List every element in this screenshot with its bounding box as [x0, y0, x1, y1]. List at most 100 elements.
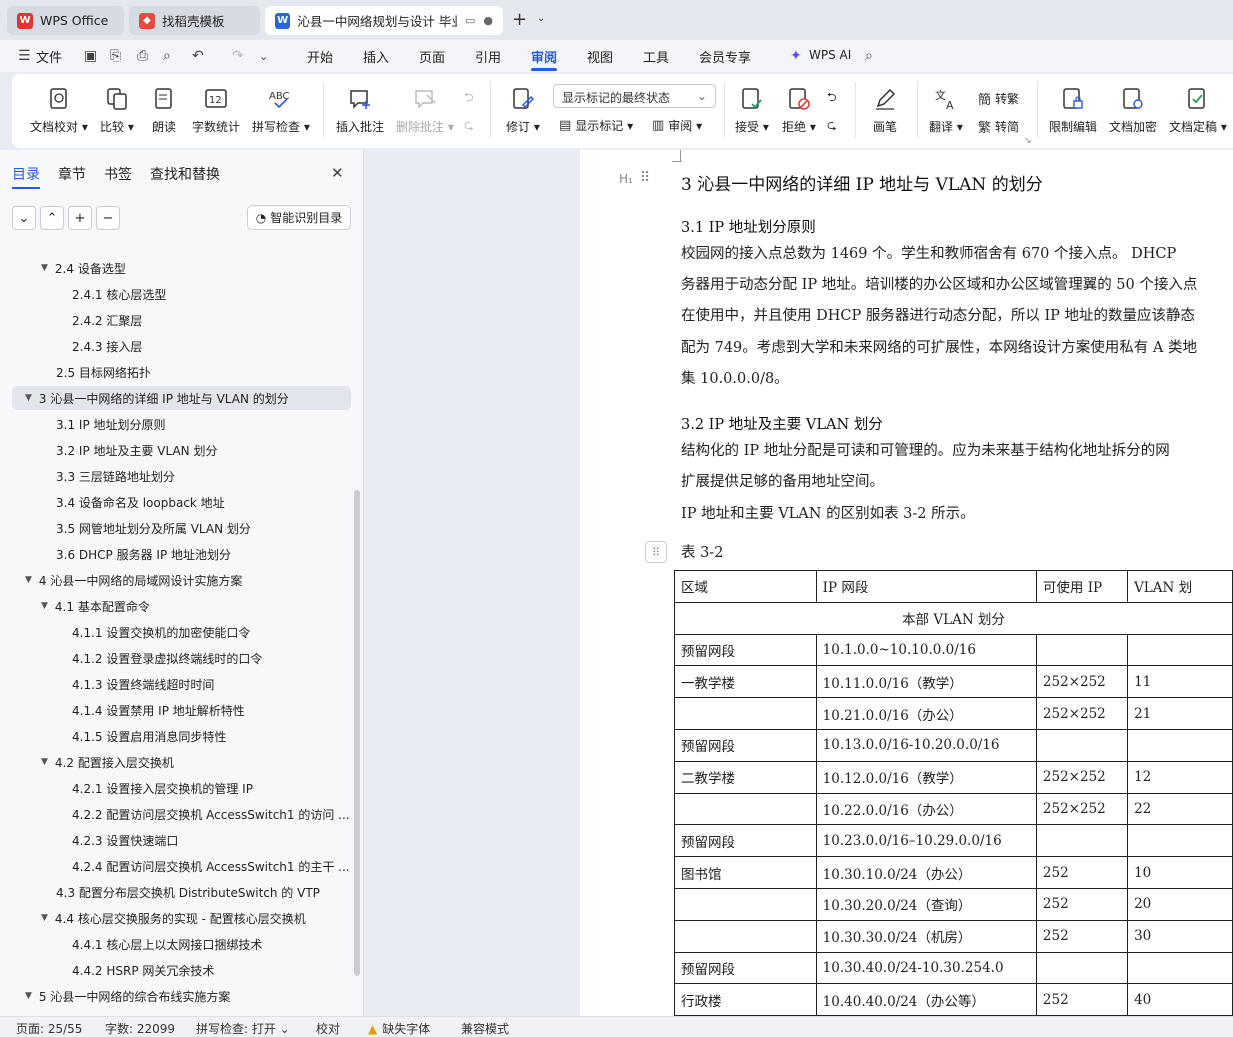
menu-review[interactable]: 审阅 [531, 47, 557, 66]
toc-item[interactable]: ▼ 5 沁县一中网络的综合布线实施方案 [25, 984, 230, 1008]
next-change-icon[interactable]: ⮎ [827, 116, 837, 137]
insert-comment-button[interactable]: 插入批注 [336, 86, 384, 135]
review-pane-button[interactable]: ▥ 审阅 ▾ [652, 117, 702, 134]
menu-page[interactable]: 页面 [419, 47, 445, 66]
delete-comment-button[interactable]: 删除批注 ▾ [396, 86, 454, 135]
undo-icon[interactable]: ↶ [192, 48, 204, 64]
reject-button[interactable]: 拒绝 ▾ [782, 86, 816, 135]
toc-item[interactable]: ▼ 2.4 设备选型 [41, 256, 126, 280]
toc-item[interactable]: 4.1.4 设置禁用 IP 地址解析特性 [72, 698, 245, 722]
read-aloud-button[interactable]: 朗读 [151, 86, 177, 135]
word-count-button[interactable]: 12 字数统计 [192, 86, 240, 135]
toc-item[interactable]: 4.2.2 配置访问层交换机 AccessSwitch1 的访问 ... [72, 802, 350, 826]
menu-view[interactable]: 视图 [587, 47, 613, 66]
toc-item[interactable]: 4.1.2 设置登录虚拟终端线时的口令 [72, 646, 262, 670]
menu-reference[interactable]: 引用 [475, 47, 501, 66]
hamburger-icon[interactable]: ☰ [18, 48, 31, 64]
accept-button[interactable]: 接受 ▾ [735, 86, 769, 135]
toc-item[interactable]: 4.1.3 设置终端线超时时间 [72, 672, 214, 696]
collapse-up-button[interactable]: ⌃ [40, 206, 64, 230]
proofread-indicator[interactable]: 校对 [316, 1020, 340, 1037]
collapse-down-button[interactable]: ⌄ [12, 206, 36, 230]
missing-font-indicator[interactable]: ▲ 缺失字体 [368, 1020, 430, 1037]
menu-wps-ai[interactable]: WPS AI [809, 48, 851, 62]
to-simplified-button[interactable]: 繁 转简 [978, 117, 1019, 136]
compare-button[interactable]: 比较 ▾ [100, 86, 134, 135]
heading-level-icon[interactable]: H₁ [619, 172, 633, 186]
customize-icon[interactable]: ⌄ [259, 50, 268, 63]
smart-toc-button[interactable]: ◔ 智能识别目录 [247, 205, 351, 230]
chevron-down-icon[interactable]: ⌄ [537, 13, 545, 24]
save-icon[interactable]: ▣ [84, 48, 97, 64]
toc-item[interactable]: 3.6 DHCP 服务器 IP 地址池划分 [56, 542, 231, 566]
next-comment-icon[interactable]: ⮎ [464, 116, 474, 137]
previous-comment-icon[interactable]: ⮌ [464, 88, 474, 109]
toc-item[interactable]: ▼ 4.2 配置接入层交换机 [41, 750, 174, 774]
menu-file[interactable]: 文件 [36, 47, 62, 66]
toc-item[interactable]: 3.2 IP 地址及主要 VLAN 划分 [56, 438, 217, 462]
toc-item[interactable]: 3.4 设备命名及 loopback 地址 [56, 490, 225, 514]
nav-scrollbar[interactable] [354, 490, 360, 976]
toc-item[interactable]: 3.5 网管地址划分及所属 VLAN 划分 [56, 516, 251, 540]
translate-button[interactable]: 文A 翻译 ▾ [929, 86, 963, 135]
doc-check-button[interactable]: 文档校对 ▾ [30, 86, 88, 135]
toc-item[interactable]: 3.1 IP 地址划分原则 [56, 412, 166, 436]
monitor-icon[interactable]: ▭ [465, 14, 475, 27]
toc-item[interactable]: ▼ 4 沁县一中网络的局域网设计实施方案 [25, 568, 242, 592]
nav-tab-bookmarks[interactable]: 书签 [104, 164, 132, 184]
restrict-edit-button[interactable]: 限制编辑 [1049, 86, 1097, 135]
nav-tab-sections[interactable]: 章节 [58, 164, 86, 184]
toc-item[interactable]: 4.4.1 核心层上以太网接口捆绑技术 [72, 932, 262, 956]
ink-button[interactable]: 画笔 [872, 86, 898, 135]
toc-item[interactable]: ▼ 3 沁县一中网络的详细 IP 地址与 VLAN 的划分 [12, 386, 351, 410]
expand-caret-icon[interactable]: ▼ [41, 601, 48, 611]
print-preview-icon[interactable]: ⌕ [163, 48, 171, 64]
print-icon[interactable]: ⎙ [137, 48, 148, 64]
remove-heading-button[interactable]: − [96, 206, 120, 230]
expand-caret-icon[interactable]: ▼ [41, 913, 48, 923]
spell-check-button[interactable]: ABC 拼写检查 ▾ [252, 86, 310, 135]
toc-item[interactable]: 4.3 配置分布层交换机 DistributeSwitch 的 VTP [56, 880, 320, 904]
close-icon[interactable]: ✕ [331, 164, 344, 182]
to-traditional-button[interactable]: 簡 转繁 [978, 89, 1019, 108]
tab-wps-office[interactable]: W WPS Office [7, 6, 124, 35]
toc-item[interactable]: ▼ 4.1 基本配置命令 [41, 594, 150, 618]
toc-item[interactable]: 2.4.3 接入层 [72, 334, 142, 358]
spell-check-indicator[interactable]: 拼写检查: 打开 ⌄ [196, 1020, 290, 1037]
ribbon-expand-icon[interactable]: ↘ [1024, 136, 1032, 146]
expand-caret-icon[interactable]: ▼ [41, 757, 48, 767]
menu-tools[interactable]: 工具 [643, 47, 669, 66]
expand-caret-icon[interactable]: ▼ [25, 393, 32, 403]
page-indicator[interactable]: 页面: 25/55 [16, 1020, 82, 1037]
toc-item[interactable]: 2.5 目标网络拓扑 [56, 360, 151, 384]
redo-icon[interactable]: ↷ [232, 48, 244, 64]
add-heading-button[interactable]: + [68, 206, 92, 230]
revise-button[interactable]: 修订 ▾ [506, 86, 540, 135]
toc-item[interactable]: 4.1.5 设置启用消息同步特性 [72, 724, 226, 748]
export-icon[interactable]: ⎘ [110, 48, 121, 64]
new-tab-icon[interactable]: + [512, 9, 527, 30]
search-icon[interactable]: ⌕ [865, 48, 873, 64]
expand-caret-icon[interactable]: ▼ [25, 991, 32, 1001]
toc-item[interactable]: 2.4.1 核心层选型 [72, 282, 166, 306]
toc-item[interactable]: 2.4.2 汇聚层 [72, 308, 142, 332]
toc-item[interactable]: 4.4.2 HSRP 网关冗余技术 [72, 958, 214, 982]
nav-tab-toc[interactable]: 目录 [12, 164, 40, 184]
expand-caret-icon[interactable]: ▼ [41, 263, 48, 273]
toc-item[interactable]: 3.3 三层链路地址划分 [56, 464, 175, 488]
expand-caret-icon[interactable]: ▼ [25, 575, 32, 585]
toc-item[interactable]: 4.1.1 设置交换机的加密使能口令 [72, 620, 250, 644]
table-handle-icon[interactable]: ⠿ [645, 541, 667, 563]
finalize-button[interactable]: 文档定稿 ▾ [1169, 86, 1227, 135]
previous-change-icon[interactable]: ⮌ [827, 88, 837, 109]
toc-item[interactable]: 4.2.1 设置接入层交换机的管理 IP [72, 776, 253, 800]
word-count-indicator[interactable]: 字数: 22099 [105, 1020, 175, 1037]
menu-home[interactable]: 开始 [307, 47, 333, 66]
tab-docer-templates[interactable]: ◆ 找稻壳模板 [129, 6, 260, 35]
show-markup-button[interactable]: ▤ 显示标记 ▾ [559, 117, 633, 134]
drag-handle-icon[interactable]: ⠿ [640, 170, 650, 186]
tab-document[interactable]: W 沁县一中网络规划与设计 毕业 ▭ ● [265, 6, 503, 35]
toc-item[interactable]: ▼ 4.4 核心层交换服务的实现 - 配置核心层交换机 [41, 906, 306, 930]
menu-insert[interactable]: 插入 [363, 47, 389, 66]
encrypt-button[interactable]: 文档加密 [1109, 86, 1157, 135]
